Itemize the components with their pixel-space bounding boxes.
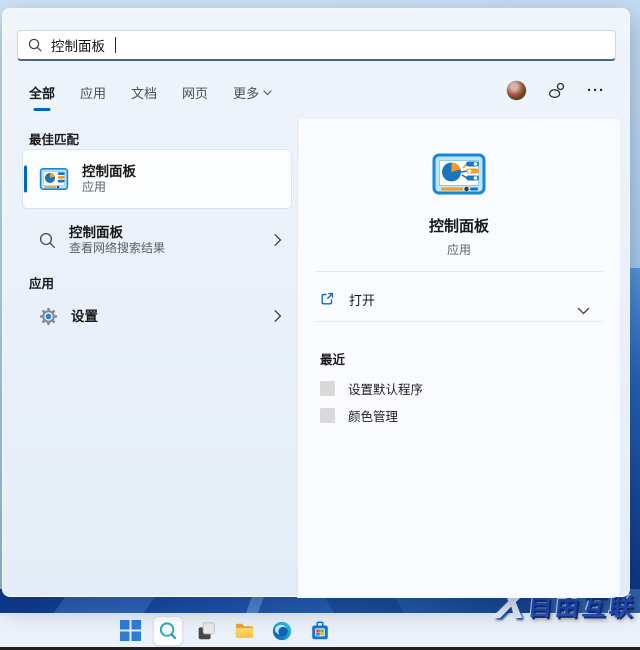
search-options-icon[interactable] xyxy=(547,81,566,100)
open-external-icon xyxy=(319,291,335,307)
search-icon xyxy=(159,621,176,639)
recent-item-default-programs[interactable]: 设置默认程序 xyxy=(320,377,423,399)
more-options-icon[interactable]: ··· xyxy=(587,83,605,98)
tab-apps[interactable]: 应用 xyxy=(80,83,106,102)
taskbar-search-button[interactable] xyxy=(153,615,183,646)
taskbar-file-explorer-button[interactable] xyxy=(229,616,259,646)
text-cursor xyxy=(115,37,116,53)
control-panel-icon-small xyxy=(39,164,69,194)
wallpaper-facet xyxy=(323,595,407,615)
chevron-down-icon[interactable] xyxy=(577,307,590,316)
settings-app-item[interactable]: 设置 xyxy=(23,298,291,334)
control-panel-icon-large xyxy=(431,146,487,202)
best-match-result[interactable]: 控制面板 应用 xyxy=(23,150,291,208)
taskbar-task-view-button[interactable] xyxy=(191,616,221,646)
suggestion-title: 控制面板 xyxy=(69,225,123,240)
gear-icon xyxy=(39,307,58,326)
apps-section-header: 应用 xyxy=(29,277,55,291)
taskbar-edge-button[interactable] xyxy=(267,616,297,646)
taskbar-store-button[interactable] xyxy=(305,616,335,646)
recent-item-label: 颜色管理 xyxy=(348,409,399,424)
recent-item-placeholder-icon xyxy=(320,380,335,396)
recent-item-label: 设置默认程序 xyxy=(348,382,424,397)
search-icon xyxy=(39,232,56,249)
search-query-text: 控制面板 xyxy=(51,39,105,54)
edge-icon xyxy=(272,621,292,640)
tab-all[interactable]: 全部 xyxy=(29,83,55,102)
preview-pane: 控制面板 应用 打开 最近 设置默认程序 颜色管理 xyxy=(297,119,620,598)
chevron-right-icon xyxy=(274,234,282,247)
recent-item-color-management[interactable]: 颜色管理 xyxy=(320,404,398,426)
tab-label: 文档 xyxy=(131,86,158,101)
microsoft-store-icon xyxy=(312,620,328,639)
chevron-right-icon xyxy=(274,310,282,323)
best-match-subtitle: 应用 xyxy=(82,180,107,194)
search-flyout-panel: 控制面板 应用 打开 最近 设置默认程序 颜色管理 控制面板 全部 应用 文档 … xyxy=(2,8,630,598)
chevron-down-icon xyxy=(263,89,272,95)
taskbar-start-button[interactable] xyxy=(115,616,145,646)
web-search-suggestion[interactable]: 控制面板 查看网络搜索结果 xyxy=(23,218,291,262)
settings-label: 设置 xyxy=(71,308,98,324)
tab-documents[interactable]: 文档 xyxy=(131,83,157,102)
tab-label: 更多 xyxy=(233,86,260,101)
tab-label: 全部 xyxy=(29,86,56,101)
tab-label: 网页 xyxy=(182,86,209,101)
folder-icon xyxy=(235,623,253,638)
search-header-icons: ··· xyxy=(507,81,605,100)
open-action[interactable]: 打开 xyxy=(319,284,375,314)
search-filter-tabs: 全部 应用 文档 网页 更多 xyxy=(29,83,272,102)
open-label: 打开 xyxy=(349,292,376,308)
best-match-title: 控制面板 xyxy=(82,164,136,179)
tab-more[interactable]: 更多 xyxy=(233,83,272,102)
divider xyxy=(315,321,603,322)
divider xyxy=(315,271,603,272)
windows-icon xyxy=(119,620,141,641)
best-match-header: 最佳匹配 xyxy=(29,133,80,147)
recent-section-header: 最近 xyxy=(320,353,346,367)
recent-item-placeholder-icon xyxy=(320,407,335,423)
preview-subtitle: 应用 xyxy=(446,243,471,257)
preview-title: 控制面板 xyxy=(428,218,489,235)
search-icon xyxy=(28,38,42,52)
selection-accent-bar xyxy=(24,165,27,193)
task-view-icon xyxy=(198,621,215,639)
tab-web[interactable]: 网页 xyxy=(182,83,208,102)
user-avatar[interactable] xyxy=(507,81,526,100)
tab-label: 应用 xyxy=(80,86,107,101)
search-input[interactable]: 控制面板 xyxy=(17,30,616,61)
suggestion-subtitle: 查看网络搜索结果 xyxy=(69,241,166,255)
